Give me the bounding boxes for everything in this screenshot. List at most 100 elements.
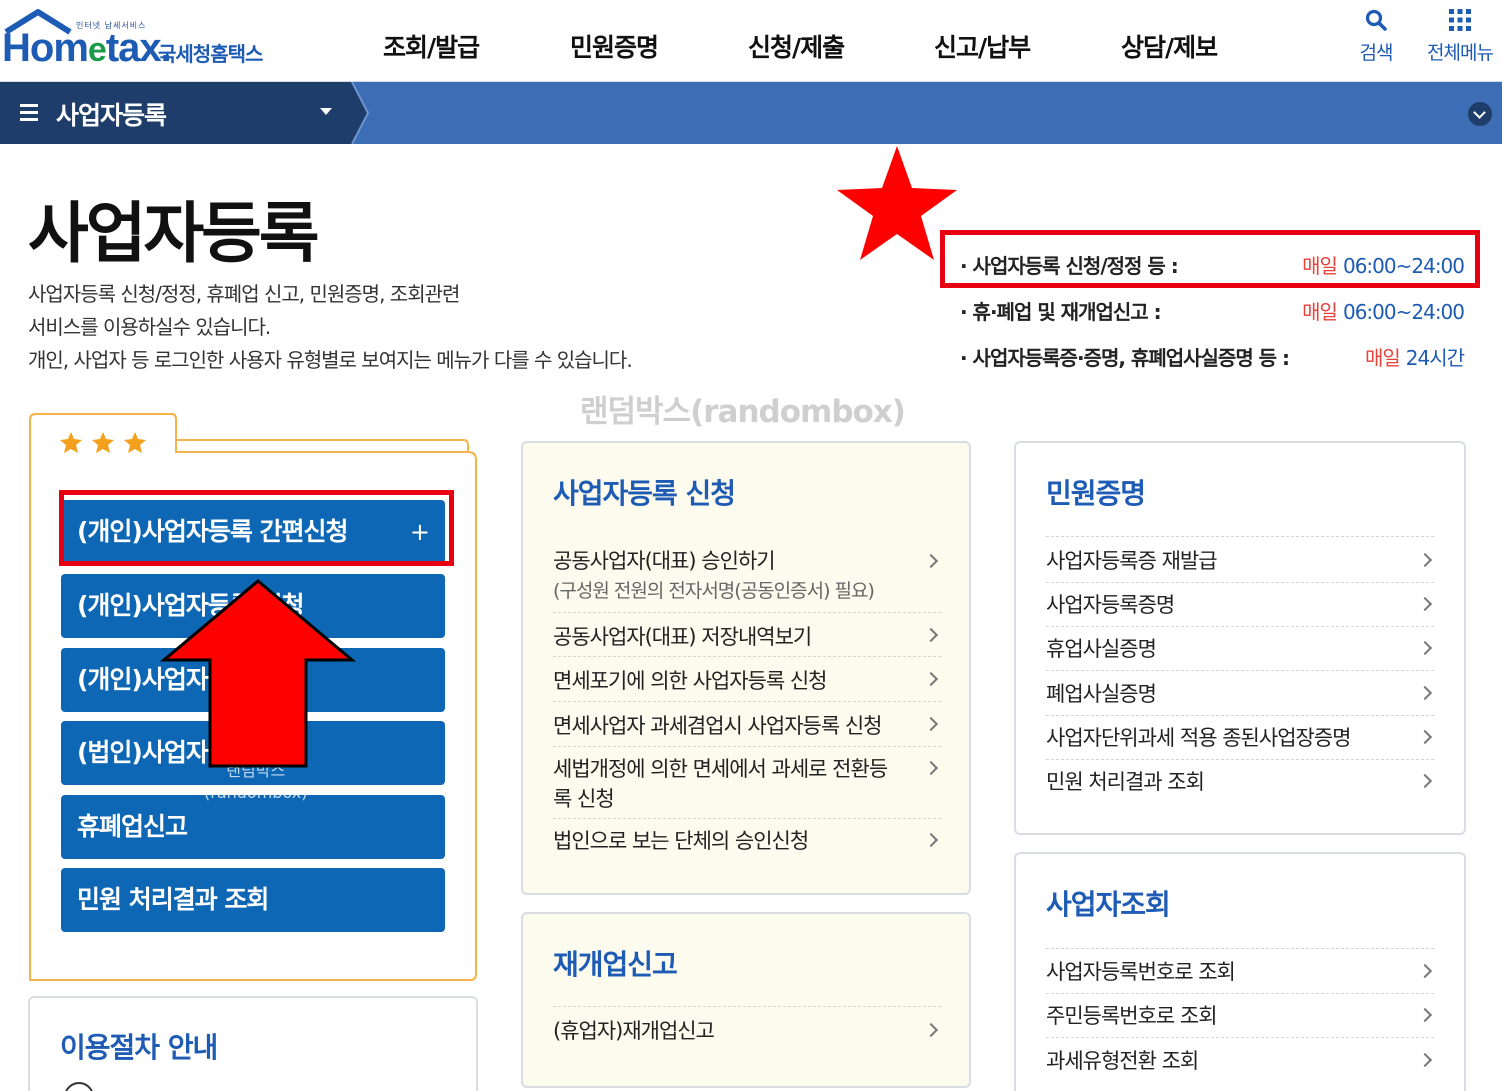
menu-separator [553,746,941,747]
menu-item-label: 폐업사실증명 [1046,682,1157,706]
menu-item-unit-taxation-proof[interactable]: 사업자단위과세 적용 종된사업장증명 [1046,723,1351,753]
process-guide-title[interactable]: 이용절차 안내 [60,1026,218,1066]
menu-item-exemption-waiver[interactable]: 면세포기에 의한 사업자등록 신청 [553,666,828,696]
hamburger-icon [20,104,38,121]
logo-brand-e: e [87,31,107,69]
search-icon [1365,9,1387,31]
menu-separator [553,818,941,819]
hours-value: 매일 06:00~24:00 [1302,296,1465,325]
menu-item-label: 사업자등록번호로 조회 [1046,960,1236,984]
gnb-report-pay[interactable]: 신고/납부 [934,28,1031,64]
menu-item-label-continued: 록 신청 [553,787,615,811]
annotation-arrow-up-icon [160,579,356,768]
favorites-stars [60,432,146,453]
star-icon [60,432,82,453]
menu-item-label: (휴업자)재개업신고 [553,1019,715,1043]
annotation-highlight-box [59,490,454,566]
menu-separator [553,1006,941,1007]
fav-closure-report-button[interactable]: 휴폐업신고 [61,795,445,859]
hours-time: 24시간 [1405,346,1465,370]
search-button[interactable]: 검색 [1336,8,1416,72]
menu-item-joint-approve[interactable]: 공동사업자(대표) 승인하기 (구성원 전원의 전자서명(공동인증서) 필요) [553,546,913,606]
menu-item-label: 법인으로 보는 단체의 승인신청 [553,829,809,853]
gnb-consult-report[interactable]: 상담/제보 [1121,28,1218,64]
hours-value: 매일 24시간 [1364,342,1465,371]
gnb-apply-submit[interactable]: 신청/제출 [748,28,845,64]
annotation-star-icon [837,146,957,260]
card-title: 재개업신고 [553,948,678,981]
gnb-civil-certificate[interactable]: 민원증명 [570,28,659,64]
page-description: 사업자등록 신청/정정, 휴폐업 신고, 민원증명, 조회관련 서비스를 이용하… [28,278,633,377]
hours-daily: 매일 [1364,346,1401,370]
menu-separator [1046,993,1434,994]
menu-item-joint-saved[interactable]: 공동사업자(대표) 저장내역보기 [553,622,812,652]
hours-label: · 사업자등록증·증명, 휴폐업사실증명 등 : [960,346,1290,370]
page-description-line: 사업자등록 신청/정정, 휴폐업 신고, 민원증명, 조회관련 [28,282,460,306]
card-title: 사업자등록 신청 [553,477,736,510]
menu-separator [1046,626,1434,627]
page-description-line: 서비스를 이용하실수 있습니다. [28,315,271,339]
watermark-text: 랜덤박스(randombox) [580,394,906,430]
menu-item-label: 공동사업자(대표) 승인하기 [553,549,776,573]
watermark-small-line: (randombox) [204,783,308,802]
menu-separator [1046,536,1434,537]
menu-separator [553,656,941,657]
top-header: 인터넷 납세서비스 Hometax. 국세청홈택스 조회/발급 민원증명 신청/… [0,0,1502,82]
all-menu-button[interactable]: 전체메뉴 [1420,8,1500,72]
menu-separator [553,612,941,613]
hours-label: · 휴·폐업 및 재개업신고 : [960,300,1162,324]
section-selector[interactable]: 사업자등록 [0,82,370,144]
fav-button-label: 민원 처리결과 조회 [77,885,269,914]
logo-korean-name: 국세청홈택스 [158,42,263,66]
menu-item-label: 면세포기에 의한 사업자등록 신청 [553,669,828,693]
search-label: 검색 [1359,42,1394,64]
menu-item-label: 사업자단위과세 적용 종된사업장증명 [1046,726,1351,750]
fav-civil-result-button[interactable]: 민원 처리결과 조회 [61,868,445,932]
menu-item-label: 세법개정에 의한 면세에서 과세로 전환등 [553,757,888,781]
page-description-line: 개인, 사업자 등 로그인한 사용자 유형별로 보여지는 메뉴가 다를 수 있습… [28,348,633,372]
menu-item-tax-type-conversion-lookup[interactable]: 과세유형전환 조회 [1046,1046,1199,1076]
menu-item-corporate-group-approval[interactable]: 법인으로 보는 단체의 승인신청 [553,826,809,856]
menu-separator [553,701,941,702]
menu-separator [1046,948,1434,949]
menu-separator [1046,670,1434,671]
menu-item-lookup-by-business-number[interactable]: 사업자등록번호로 조회 [1046,957,1236,987]
menu-separator [1046,759,1434,760]
fav-button-label: 휴폐업신고 [77,812,188,841]
grid-menu-icon [1449,9,1471,31]
annotation-highlight-box [940,230,1480,288]
menu-separator [1046,1037,1434,1038]
chevron-down-icon[interactable] [1468,102,1492,126]
menu-item-label: 면세사업자 과세겸업시 사업자등록 신청 [553,714,882,738]
all-menu-label: 전체메뉴 [1427,42,1494,64]
menu-item-label: 휴업사실증명 [1046,637,1157,661]
section-title: 사업자등록 [56,101,167,130]
reopen-report-card [521,912,971,1088]
menu-item-reopen-report[interactable]: (휴업자)재개업신고 [553,1016,715,1046]
menu-item-label: 사업자등록증명 [1046,593,1175,617]
hours-row: · 사업자등록증·증명, 휴폐업사실증명 등 : 매일 24시간 [960,342,1470,372]
menu-item-label: 주민등록번호로 조회 [1046,1004,1218,1028]
menu-item-label: 공동사업자(대표) 저장내역보기 [553,625,812,649]
hours-time: 06:00~24:00 [1342,300,1465,324]
menu-item-label: 민원 처리결과 조회 [1046,770,1205,794]
menu-separator [1046,715,1434,716]
menu-item-lookup-by-resident-number[interactable]: 주민등록번호로 조회 [1046,1001,1218,1031]
menu-item-civil-result[interactable]: 민원 처리결과 조회 [1046,767,1205,797]
card-title: 사업자조회 [1046,888,1171,921]
card-title: 민원증명 [1046,477,1146,510]
page-title: 사업자등록 [28,195,320,272]
gnb-inquiry-issue[interactable]: 조회/발급 [383,28,480,64]
hours-row: · 휴·폐업 및 재개업신고 : 매일 06:00~24:00 [960,296,1470,326]
sub-navigation-bar: 사업자등록 [0,82,1502,144]
star-icon [124,432,146,453]
menu-item-closure-proof[interactable]: 폐업사실증명 [1046,679,1157,709]
hours-daily: 매일 [1302,300,1338,324]
menu-item-exempt-taxable-dual[interactable]: 면세사업자 과세겸업시 사업자등록 신청 [553,711,882,741]
menu-item-registration-proof[interactable]: 사업자등록증명 [1046,590,1175,620]
hometax-logo[interactable]: 인터넷 납세서비스 Hometax. 국세청홈택스 [0,6,290,76]
menu-item-suspension-proof[interactable]: 휴업사실증명 [1046,634,1157,664]
menu-item-reissue-certificate[interactable]: 사업자등록증 재발급 [1046,546,1218,576]
menu-item-tax-law-conversion[interactable]: 세법개정에 의한 면세에서 과세로 전환등 록 신청 [553,754,923,814]
logo-wordmark: Hometax. [2,26,172,71]
